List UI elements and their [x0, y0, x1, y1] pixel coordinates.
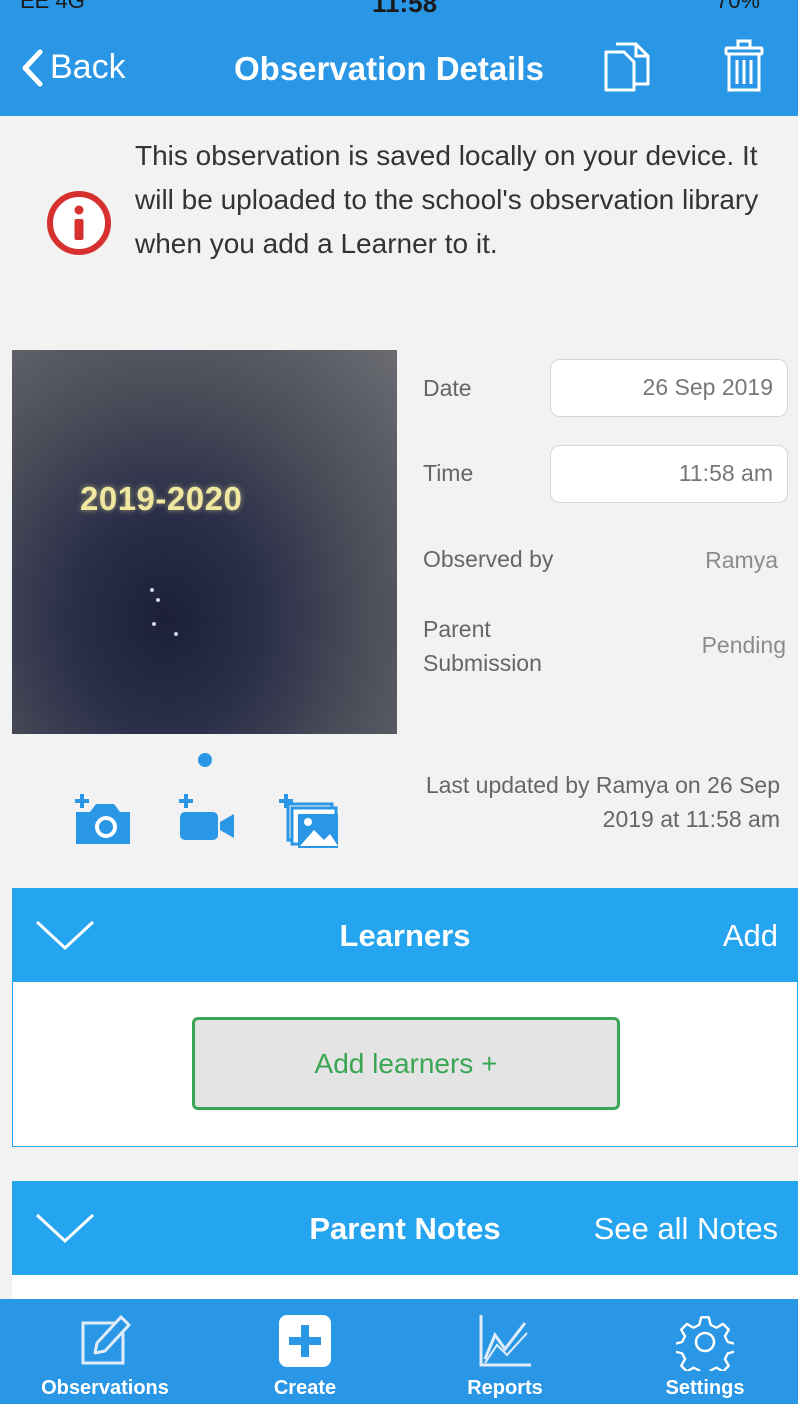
time-field[interactable]: 11:58 am	[550, 445, 788, 503]
parent-submission-label-line1: Parent	[423, 616, 491, 642]
parent-submission-value: Pending	[701, 632, 786, 658]
tab-label: Reports	[467, 1377, 543, 1399]
back-button[interactable]: Back	[20, 48, 126, 87]
tab-label: Observations	[41, 1377, 169, 1399]
page-indicator-dot	[198, 753, 212, 767]
learners-title: Learners	[339, 918, 471, 953]
chart-icon	[479, 1315, 531, 1367]
see-all-notes-link[interactable]: See all Notes	[594, 1211, 778, 1247]
photo-overlay-text: 2019-2020	[80, 480, 243, 517]
chevron-left-icon	[22, 49, 43, 86]
parent-notes-section-header[interactable]: Parent Notes See all Notes	[12, 1181, 798, 1275]
photo-speck	[156, 598, 160, 602]
camera-plus-icon	[75, 794, 130, 844]
back-label: Back	[50, 48, 126, 86]
notice-text: This observation is saved locally on you…	[135, 140, 759, 259]
battery-label: 70%	[715, 0, 760, 13]
learners-section-header[interactable]: Learners Add	[12, 888, 798, 982]
gallery-plus-icon	[279, 794, 338, 848]
tab-observations[interactable]: Observations	[20, 1299, 190, 1404]
gear-icon	[676, 1316, 734, 1371]
tab-settings[interactable]: Settings	[640, 1299, 770, 1404]
navigation-bar: Back Observation Details	[0, 18, 798, 116]
tab-bar: Observations Create Reports Settings	[0, 1299, 798, 1404]
parent-submission-label-line2: Submission	[423, 650, 542, 676]
add-video-button[interactable]	[174, 790, 240, 853]
photo-speck	[150, 588, 154, 592]
add-learners-button[interactable]: Add learners +	[192, 1017, 620, 1110]
trash-icon[interactable]	[722, 38, 766, 99]
tab-reports[interactable]: Reports	[440, 1299, 570, 1404]
edit-icon	[81, 1315, 131, 1365]
last-updated-text: Last updated by Ramya on 26 Sep 2019 at …	[425, 772, 780, 832]
carrier-label: EE 4G	[20, 0, 85, 13]
add-from-gallery-button[interactable]	[276, 790, 342, 855]
status-bar: EE 4G 11:58 70%	[0, 0, 798, 18]
time-label: Time	[423, 460, 474, 486]
photo-speck	[174, 632, 178, 636]
clock-label: 11:58	[372, 0, 438, 18]
local-save-notice: This observation is saved locally on you…	[0, 130, 798, 320]
plus-icon	[279, 1315, 331, 1367]
tab-create[interactable]: Create	[240, 1299, 370, 1404]
observed-by-value: Ramya	[705, 547, 778, 573]
tab-label: Create	[273, 1377, 337, 1399]
tab-label: Settings	[665, 1377, 745, 1399]
learners-section-body: Add learners +	[12, 982, 798, 1147]
observed-by-label: Observed by	[423, 546, 554, 572]
date-field[interactable]: 26 Sep 2019	[550, 359, 788, 417]
add-learner-link[interactable]: Add	[723, 918, 778, 954]
copy-icon[interactable]	[600, 38, 654, 99]
photo-speck	[152, 622, 156, 626]
info-alert-icon	[46, 190, 112, 261]
observation-photo[interactable]: 2019-2020	[12, 350, 397, 734]
video-plus-icon	[179, 794, 234, 840]
page-title: Observation Details	[234, 50, 544, 87]
add-photo-button[interactable]	[70, 790, 136, 853]
date-label: Date	[423, 375, 472, 401]
